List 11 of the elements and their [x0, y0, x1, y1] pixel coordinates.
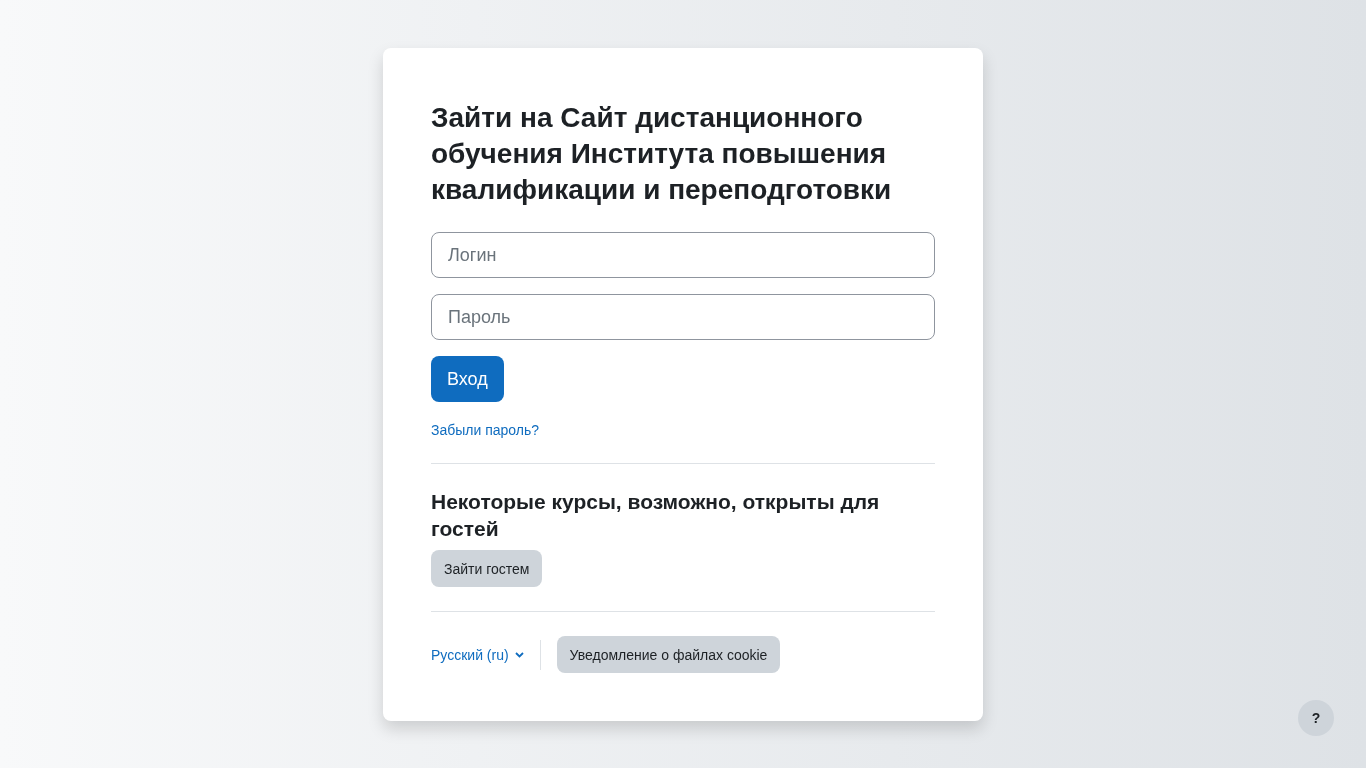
- help-button[interactable]: ?: [1298, 700, 1334, 736]
- language-link[interactable]: Русский (ru): [431, 646, 509, 663]
- login-button[interactable]: Вход: [431, 356, 504, 402]
- chevron-down-icon: [514, 651, 524, 658]
- password-field[interactable]: Пароль: [431, 294, 935, 340]
- username-field[interactable]: Логин: [431, 232, 935, 278]
- forgot-password-link[interactable]: Забыли пароль?: [431, 422, 540, 438]
- cookie-notice-button[interactable]: Уведомление о файлах cookie: [556, 636, 781, 673]
- guest-login-button[interactable]: Зайти гостем: [431, 550, 543, 587]
- guest-heading: Некоторые курсы, возможно, открыты для гостей: [431, 489, 881, 542]
- login-title: Зайти на Сайт дистанционного обучения Института повышения квалификации и переподготовки: [431, 101, 893, 207]
